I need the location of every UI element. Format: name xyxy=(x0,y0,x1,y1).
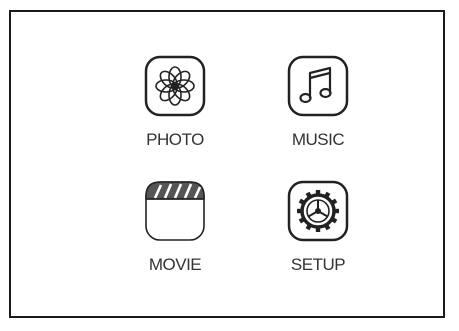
music-note-icon xyxy=(286,54,350,118)
menu-item-music[interactable]: MUSIC xyxy=(258,54,378,154)
flower-icon xyxy=(143,54,207,118)
main-menu-screen: PHOTO MUSIC MOVIE SETUP xyxy=(9,10,445,318)
menu-item-photo[interactable]: PHOTO xyxy=(115,54,235,154)
menu-item-setup-label: SETUP xyxy=(290,255,346,274)
menu-item-movie[interactable]: MOVIE xyxy=(115,179,235,279)
menu-item-setup[interactable]: SETUP xyxy=(258,179,378,279)
gear-icon xyxy=(286,179,350,243)
menu-item-music-label: MUSIC xyxy=(291,130,345,149)
menu-item-photo-label: PHOTO xyxy=(146,130,204,149)
clapperboard-icon xyxy=(143,179,207,243)
menu-item-movie-label: MOVIE xyxy=(148,255,202,274)
